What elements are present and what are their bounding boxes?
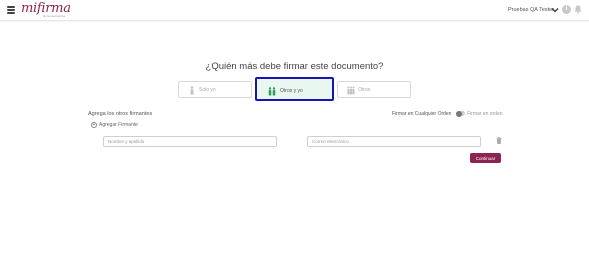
option-otros-y-yo[interactable]: Otros y yo (255, 77, 334, 101)
option-label: Solo yo (199, 87, 216, 93)
toggle-knob (456, 110, 462, 117)
top-navbar: mifirma firma electrónica Pruebas QA Tes… (0, 0, 589, 21)
option-solo-yo[interactable]: Solo yo (178, 81, 252, 98)
bell-icon[interactable] (574, 5, 582, 14)
add-signer-button[interactable]: + Agregar Firmante (91, 122, 138, 128)
signer-name-input[interactable] (103, 136, 277, 147)
signers-section-title: Agrega los otros firmantes (88, 111, 153, 117)
single-person-icon (190, 86, 194, 95)
sign-in-order-label: Firmar en orden (467, 111, 503, 117)
page-title: ¿Quién más debe firmar este documento? (205, 61, 384, 72)
user-name[interactable]: Pruebas QA Tester (508, 7, 554, 13)
any-order-label: Firmar en Cualquier Orden (392, 111, 452, 117)
menu-icon[interactable] (7, 6, 15, 14)
chevron-down-icon[interactable] (551, 6, 559, 14)
option-label: Otros y yo (280, 88, 303, 94)
add-signer-label: Agregar Firmante (99, 122, 138, 128)
logo[interactable]: mifirma firma electrónica (21, 2, 71, 20)
continue-button[interactable]: Continuar (470, 153, 501, 163)
trash-icon[interactable] (496, 137, 502, 144)
sign-order-toggle[interactable] (456, 110, 465, 117)
two-people-icon (268, 87, 276, 96)
signer-email-input[interactable] (307, 136, 481, 147)
option-label: Otros (358, 87, 371, 93)
group-icon (347, 86, 355, 95)
plus-circle-icon: + (91, 122, 97, 128)
option-otros[interactable]: Otros (337, 81, 411, 98)
info-icon[interactable]: i (562, 5, 571, 14)
